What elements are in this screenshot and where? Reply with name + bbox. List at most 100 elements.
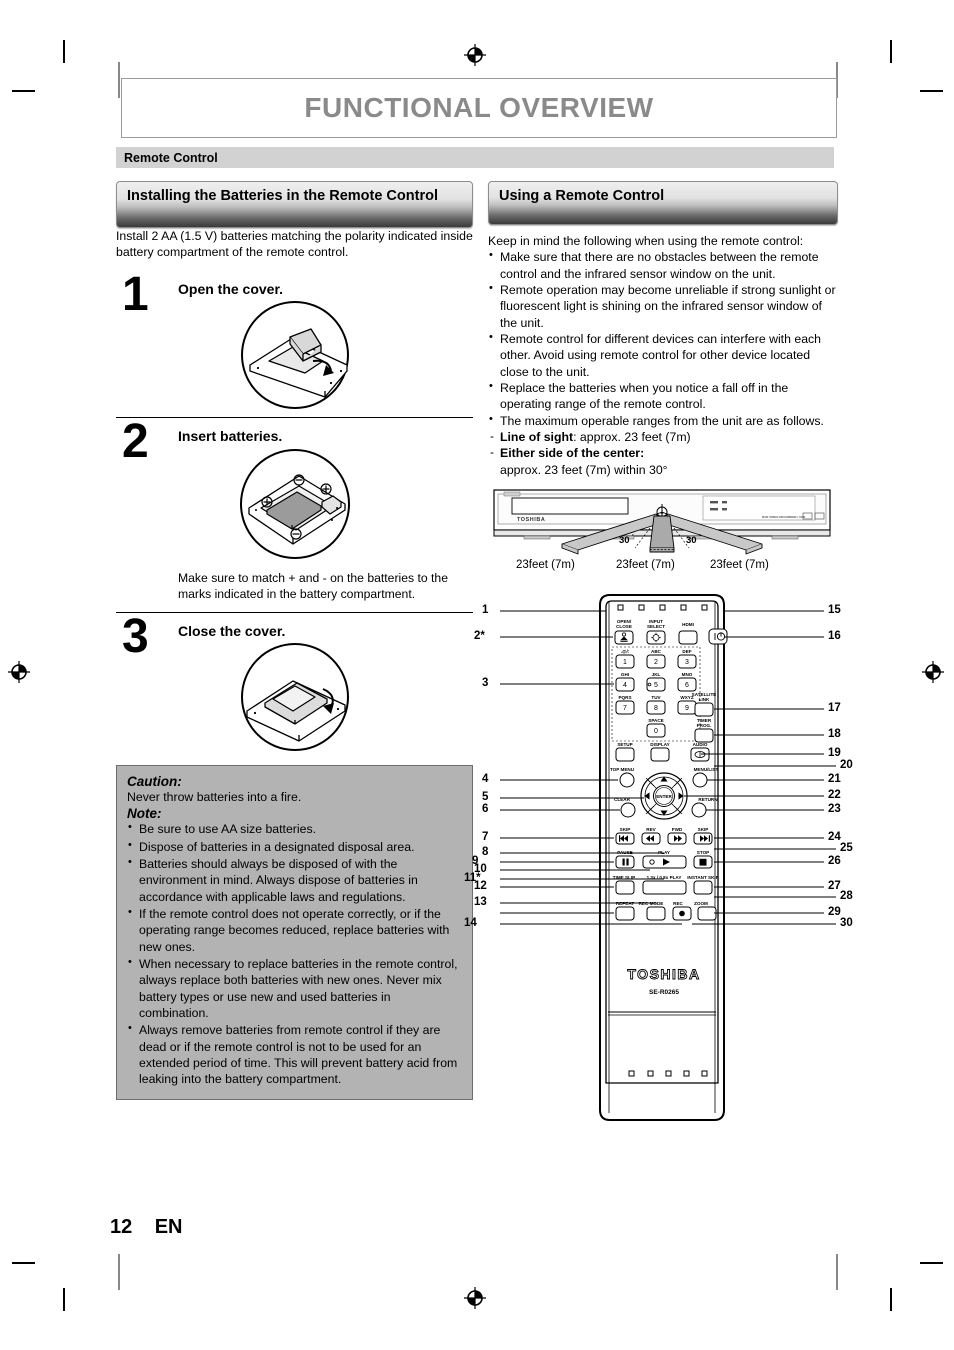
svg-text:MNO: MNO — [682, 672, 693, 677]
registration-mark-right — [922, 661, 944, 683]
svg-text:CLOSE: CLOSE — [616, 624, 632, 629]
svg-text:TOSHIBA: TOSHIBA — [627, 966, 700, 982]
callout-left-5: 5 — [482, 791, 489, 804]
remote-control-diagram: .rcL { font-family:"Liberation Sans", sa… — [464, 591, 853, 1131]
page-title: FUNCTIONAL OVERVIEW — [304, 92, 654, 123]
svg-text:REC MODE: REC MODE — [639, 901, 664, 906]
line-of-sight-value: : approx. 23 feet (7m) — [573, 430, 691, 445]
svg-text:LINK: LINK — [699, 697, 710, 702]
either-side-label: Either side of the center: — [500, 446, 645, 461]
svg-text:TOSHIBA: TOSHIBA — [517, 517, 545, 523]
step-2-caption: Make sure to match + and - on the batter… — [178, 570, 448, 601]
remote-usage-list: Make sure that there are no obstacles be… — [488, 248, 838, 429]
callout-right-19: 19 — [828, 747, 841, 760]
right-section-header-label: Using a Remote Control — [499, 188, 665, 204]
svg-text:INSTANT SKIP: INSTANT SKIP — [687, 875, 719, 880]
caution-note-box: Caution: Never throw batteries into a fi… — [116, 764, 473, 1100]
page-number: 12 — [110, 1216, 133, 1238]
list-item: Either side of the center: — [488, 445, 838, 461]
callout-right-29: 29 — [828, 906, 841, 919]
svg-text:PAUSE: PAUSE — [617, 850, 633, 855]
callout-left-14: 14 — [464, 917, 477, 930]
callout-left-2: 2* — [474, 630, 485, 643]
caution-label: Caution: — [127, 773, 182, 789]
page-title-box: FUNCTIONAL OVERVIEW — [121, 78, 837, 138]
section-band: Remote Control — [116, 147, 834, 168]
callout-right-20: 20 — [840, 759, 853, 772]
list-item: The maximum operable ranges from the uni… — [488, 412, 838, 429]
svg-text:4: 4 — [623, 682, 627, 689]
list-item: If the remote control does not operate c… — [127, 905, 462, 955]
callout-left-12: 12 — [474, 880, 487, 893]
list-item: When necessary to replace batteries in t… — [127, 955, 462, 1021]
svg-text:ABC: ABC — [651, 649, 662, 654]
svg-text:.@/:: .@/: — [621, 649, 630, 654]
callout-left-6: 6 — [482, 803, 489, 816]
note-list: Be sure to use AA size batteries. Dispos… — [127, 820, 462, 1088]
remote-usage-intro: Keep in mind the following when using th… — [488, 234, 804, 248]
svg-text:REPEAT: REPEAT — [616, 901, 634, 906]
range-label-center: 23feet (7m) — [616, 559, 675, 572]
svg-text:PLAY: PLAY — [658, 850, 670, 855]
callout-left-1: 1 — [482, 604, 489, 617]
crop-mark-top-right-horizontal — [920, 90, 943, 92]
language-code: EN — [154, 1216, 183, 1238]
install-intro-text: Install 2 AA (1.5 V) batteries matching … — [116, 229, 473, 260]
list-item: Replace the batteries when you notice a … — [488, 379, 838, 413]
right-column: Using a Remote Control Keep in mind the … — [464, 181, 853, 1131]
svg-text:6: 6 — [685, 682, 689, 689]
callout-right-26: 26 — [828, 855, 841, 868]
svg-text:7: 7 — [623, 705, 627, 712]
range-label-left: 23feet (7m) — [516, 559, 575, 572]
step-3-number: 3 — [122, 609, 149, 663]
svg-text:HDMI: HDMI — [682, 622, 694, 627]
crop-mark-bottom-right-horizontal — [920, 1262, 943, 1264]
step-3: 3 Close the cover. — [116, 609, 473, 753]
unit-range-diagram: TOSHIBA DVD VIDEO RECORDER / VCR 30 ˚ 30… — [488, 488, 838, 577]
list-item: Always remove batteries from remote cont… — [127, 1021, 462, 1087]
registration-mark-bottom — [464, 1287, 486, 1309]
step-3-title: Close the cover. — [178, 622, 286, 639]
svg-text:REV: REV — [646, 827, 656, 832]
svg-text:DVD VIDEO RECORDER / VCR: DVD VIDEO RECORDER / VCR — [762, 515, 806, 519]
callout-right-23: 23 — [828, 803, 841, 816]
crop-mark-top-left-vertical — [63, 40, 65, 63]
svg-text:SETUP: SETUP — [617, 742, 632, 747]
step-1: 1 Open the cover. — [116, 270, 473, 411]
callout-left-3: 3 — [482, 677, 489, 690]
registration-mark-top — [464, 44, 486, 66]
svg-text:DEF: DEF — [682, 649, 691, 654]
list-item: Make sure that there are no obstacles be… — [488, 248, 838, 282]
range-label-right: 23feet (7m) — [710, 559, 769, 572]
callout-right-15: 15 — [828, 604, 841, 617]
svg-text:REC: REC — [673, 901, 683, 906]
svg-text:ENTER: ENTER — [656, 794, 672, 799]
svg-text:˚: ˚ — [632, 534, 634, 541]
svg-text:˚: ˚ — [699, 534, 701, 541]
crop-mark-bottom-left-vertical — [63, 1288, 65, 1311]
svg-text:30: 30 — [619, 535, 630, 546]
list-item: Remote control for different devices can… — [488, 330, 838, 380]
svg-text:JKL: JKL — [652, 672, 661, 677]
left-column: Installing the Batteries in the Remote C… — [116, 181, 473, 1100]
callout-right-21: 21 — [828, 773, 841, 786]
list-item: Remote operation may become unreliable i… — [488, 281, 838, 331]
note-label: Note: — [127, 806, 162, 822]
svg-text:1: 1 — [623, 659, 627, 666]
svg-text:DISPLAY: DISPLAY — [650, 742, 670, 747]
svg-text:TUV: TUV — [651, 695, 661, 700]
remote-range-list: Line of sight: approx. 23 feet (7m) Eith… — [488, 429, 838, 462]
svg-text:TOP MENU: TOP MENU — [610, 767, 635, 772]
svg-text:0: 0 — [654, 728, 658, 735]
callout-right-18: 18 — [828, 728, 841, 741]
caution-text: Never throw batteries into a fire. — [127, 789, 302, 804]
callout-left-4: 4 — [482, 773, 489, 786]
list-item: Batteries should always be disposed of w… — [127, 855, 462, 905]
svg-text:SELECT: SELECT — [647, 624, 665, 629]
svg-text:GHI: GHI — [621, 672, 629, 677]
callout-right-28: 28 — [840, 890, 853, 903]
callout-right-17: 17 — [828, 702, 841, 715]
svg-text:MENU/LIST: MENU/LIST — [694, 767, 719, 772]
svg-text:AUDIO: AUDIO — [693, 742, 708, 747]
crop-mark-bottom-right-vertical — [890, 1288, 892, 1311]
